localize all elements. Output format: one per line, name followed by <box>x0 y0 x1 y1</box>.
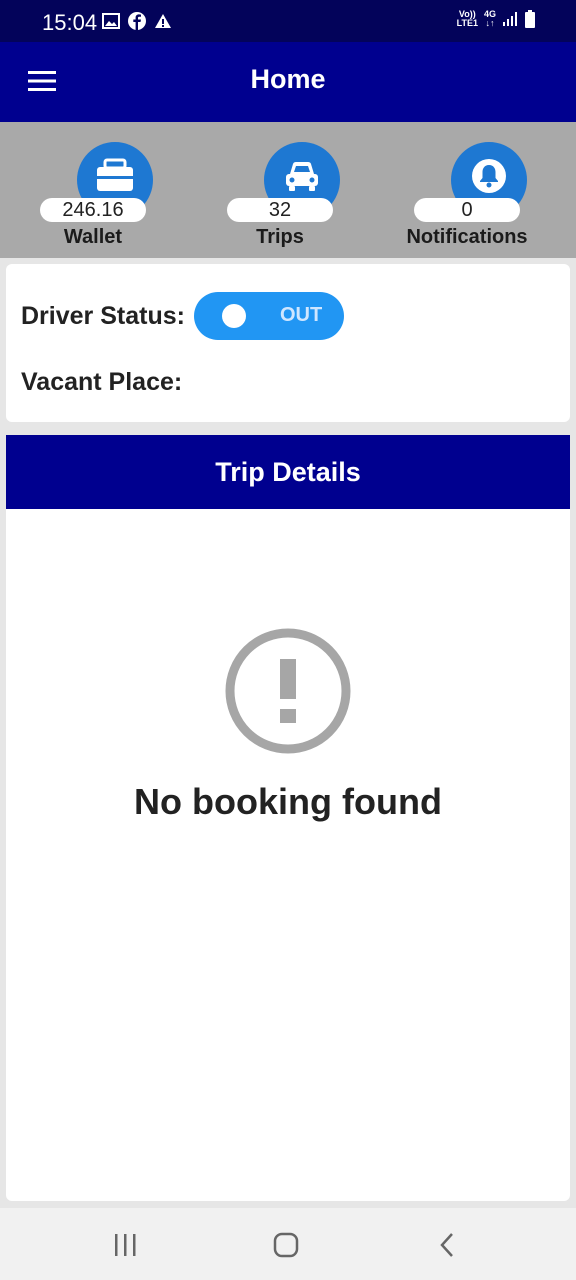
trip-details-title: Trip Details <box>215 457 361 487</box>
trips-value: 32 <box>227 198 333 222</box>
facebook-icon <box>128 12 146 30</box>
toggle-knob <box>222 304 246 328</box>
status-notification-icons <box>102 12 172 30</box>
system-nav-bar <box>0 1208 576 1280</box>
toggle-text: OUT <box>280 304 323 326</box>
car-icon <box>286 162 318 191</box>
signal-icon <box>503 12 517 26</box>
warning-icon <box>155 14 171 28</box>
app-bar: Home <box>0 42 576 122</box>
vacant-place-label: Vacant Place: <box>21 368 183 396</box>
page-title: Home <box>250 64 326 94</box>
driver-status-toggle[interactable]: OUT <box>194 292 344 340</box>
home-icon[interactable] <box>266 1230 306 1260</box>
driver-status-card: Driver Status: OUT Vacant Place: <box>6 264 570 422</box>
wallet-label: Wallet <box>63 226 123 248</box>
bell-icon <box>472 159 506 193</box>
trip-details-header: Trip Details <box>6 435 570 509</box>
status-bar: 15:04 Vo)) LTE1 4G ↓↑ <box>0 0 576 42</box>
status-time: 15:04 <box>42 10 98 35</box>
status-system-icons: Vo)) LTE1 4G ↓↑ <box>457 10 536 28</box>
stat-trips[interactable]: 32 Trips <box>227 142 377 252</box>
trip-details-card: Trip Details No booking found <box>6 435 570 1201</box>
stat-wallet[interactable]: 246.16 Wallet <box>40 142 190 252</box>
stat-notifications[interactable]: 0 Notifications <box>406 142 564 252</box>
trips-label: Trips <box>256 226 304 248</box>
alert-circle-icon <box>225 628 351 754</box>
notifications-label: Notifications <box>406 226 528 248</box>
recents-icon[interactable] <box>105 1230 145 1260</box>
network-indicator: 4G ↓↑ <box>483 9 496 28</box>
back-icon[interactable] <box>428 1230 468 1260</box>
notifications-value: 0 <box>414 198 520 222</box>
wallet-value: 246.16 <box>40 198 146 222</box>
driver-status-label: Driver Status: <box>21 302 185 330</box>
empty-state-text: No booking found <box>134 781 442 822</box>
gallery-icon <box>102 13 120 29</box>
battery-icon <box>525 10 535 28</box>
volte-indicator: Vo)) LTE1 <box>456 9 478 28</box>
briefcase-icon <box>97 158 133 191</box>
stats-bar: 246.16 Wallet 32 Trips 0 Notifications <box>0 122 576 258</box>
